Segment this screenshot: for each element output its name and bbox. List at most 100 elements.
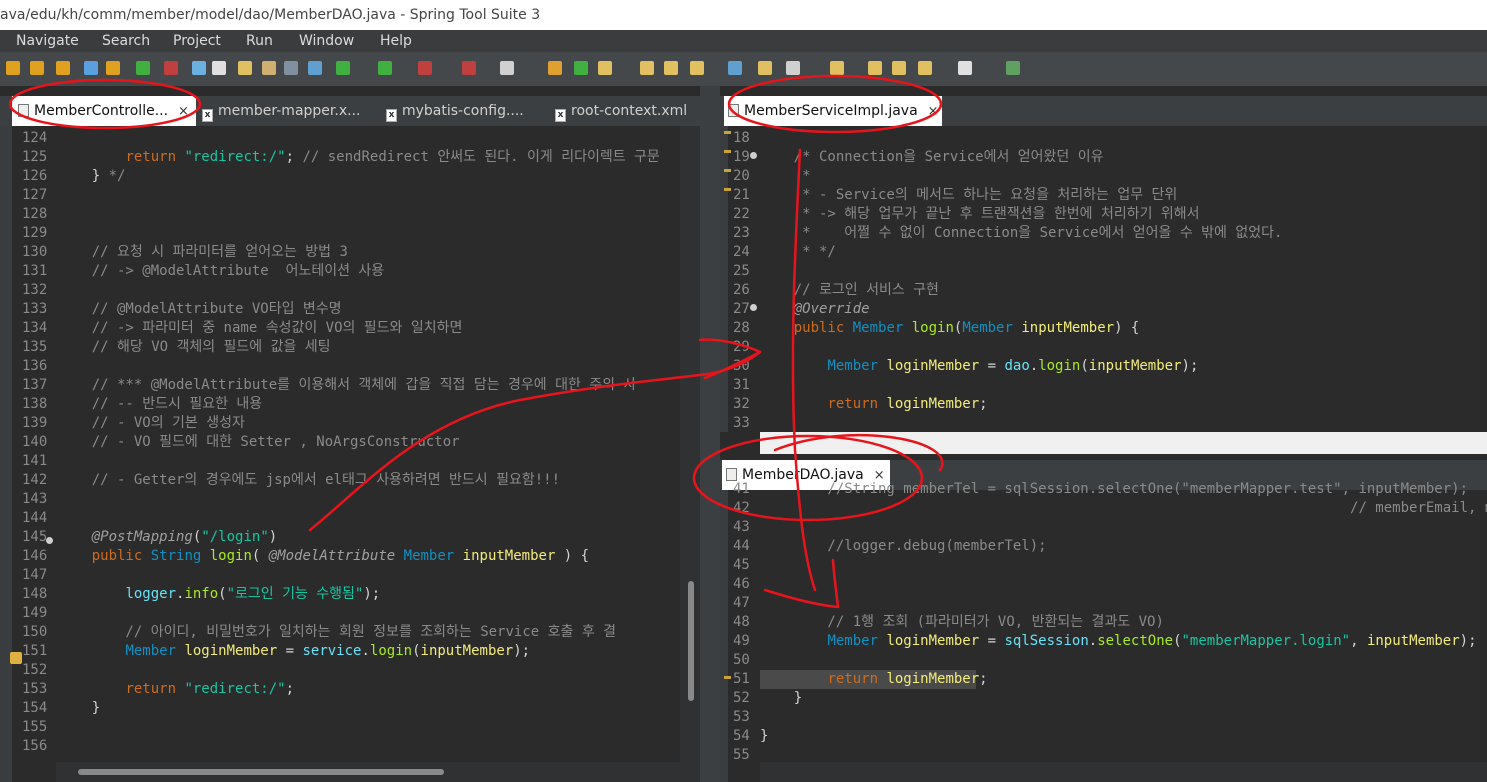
tab-root-context[interactable]: x root-context.xml <box>555 96 695 126</box>
code-line[interactable]: 143 <box>0 490 680 509</box>
code-line[interactable]: 125 return "redirect:/"; // sendRedirect… <box>0 148 680 167</box>
toolbar-button-icon[interactable] <box>664 61 678 75</box>
toolbar-button-icon[interactable] <box>690 61 704 75</box>
code-line[interactable]: 30 Member loginMember = dao.login(inputM… <box>720 357 1487 376</box>
code-line[interactable]: 52 } <box>720 689 1487 708</box>
code-line[interactable]: 45 <box>720 556 1487 575</box>
code-line[interactable]: 22 * -> 해당 업무가 끝난 후 트랜잭션을 한번에 처리하기 위해서 <box>720 205 1487 224</box>
code-line[interactable]: 21 * - Service의 메서드 하나는 요청을 처리하는 업무 단위 <box>720 186 1487 205</box>
pane-divider[interactable] <box>700 86 720 782</box>
code-line[interactable]: 127 <box>0 186 680 205</box>
service-code-area[interactable]: 18 19 /* Connection을 Service에서 얻어왔던 이유 20 … <box>720 126 1487 432</box>
code-line[interactable]: 144 <box>0 509 680 528</box>
tab-member-service-impl[interactable]: MemberServiceImpl.java × <box>724 96 942 126</box>
code-line[interactable]: 31 <box>720 376 1487 395</box>
menu-navigate[interactable]: Navigate <box>16 30 79 52</box>
toolbar-button-icon[interactable] <box>830 61 844 75</box>
code-line[interactable]: 134 // -> 파라미터 중 name 속성값이 VO의 필드와 일치하면 <box>0 319 680 338</box>
toolbar-button-icon[interactable] <box>84 61 98 75</box>
code-line[interactable]: 44 //logger.debug(memberTel); <box>720 537 1487 556</box>
code-line[interactable]: 147 <box>0 566 680 585</box>
code-line[interactable]: 140 // - VO 필드에 대한 Setter , NoArgsConstr… <box>0 433 680 452</box>
code-line[interactable]: 136 <box>0 357 680 376</box>
code-line[interactable]: 153 return "redirect:/"; <box>0 680 680 699</box>
toolbar-button-icon[interactable] <box>574 61 588 75</box>
fold-icon[interactable] <box>750 304 757 311</box>
code-line[interactable]: 46 <box>720 575 1487 594</box>
menu-project[interactable]: Project <box>173 30 221 52</box>
close-icon[interactable]: × <box>928 104 939 119</box>
toolbar-button-icon[interactable] <box>238 61 252 75</box>
left-vertical-scrollbar[interactable] <box>688 581 694 701</box>
code-line[interactable]: 50 <box>720 651 1487 670</box>
toolbar-button-icon[interactable] <box>212 61 226 75</box>
dao-code-area[interactable]: 41 //String memberTel = sqlSession.selec… <box>720 478 1487 762</box>
code-line[interactable]: 155 <box>0 718 680 737</box>
code-line[interactable]: 33 <box>720 414 1487 432</box>
tab-member-mapper[interactable]: x member-mapper.x... <box>200 96 370 126</box>
code-line[interactable]: 53 <box>720 708 1487 727</box>
close-icon[interactable]: × <box>178 104 189 119</box>
menu-run[interactable]: Run <box>246 30 273 52</box>
code-line[interactable]: 54} <box>720 727 1487 746</box>
toolbar-button-icon[interactable] <box>758 61 772 75</box>
toolbar-button-icon[interactable] <box>640 61 654 75</box>
service-hscroll-track[interactable] <box>760 432 1487 454</box>
code-line[interactable]: 150 // 아이디, 비밀번호가 일치하는 회원 정보를 조회하는 Servi… <box>0 623 680 642</box>
code-line[interactable]: 47 <box>720 594 1487 613</box>
code-line[interactable]: 146 public String login( @ModelAttribute… <box>0 547 680 566</box>
toolbar-button-icon[interactable] <box>958 61 972 75</box>
code-line[interactable]: 20 * <box>720 167 1487 186</box>
code-line[interactable]: 149 <box>0 604 680 623</box>
code-line[interactable]: 23 * 어쩔 수 없이 Connection을 Service에서 얻어올 수… <box>720 224 1487 243</box>
code-line[interactable]: 133 // @ModelAttribute VO타입 변수명 <box>0 300 680 319</box>
tab-mybatis-config[interactable]: x mybatis-config.... <box>386 96 536 126</box>
code-line[interactable]: 124 <box>0 129 680 148</box>
code-line[interactable]: 137 // *** @ModelAttribute를 이용해서 객체에 갑을 … <box>0 376 680 395</box>
menu-help[interactable]: Help <box>380 30 412 52</box>
toolbar-button-icon[interactable] <box>378 61 392 75</box>
fold-icon[interactable] <box>46 537 53 544</box>
toolbar-button-icon[interactable] <box>56 61 70 75</box>
code-line[interactable]: 41 //String memberTel = sqlSession.selec… <box>720 480 1487 499</box>
code-line[interactable]: 138 // -- 반드시 필요한 내용 <box>0 395 680 414</box>
toolbar-button-icon[interactable] <box>598 61 612 75</box>
menu-window[interactable]: Window <box>299 30 354 52</box>
code-line[interactable]: 18 <box>720 129 1487 148</box>
code-line[interactable]: 154 } <box>0 699 680 718</box>
code-line[interactable]: 49 Member loginMember = sqlSession.selec… <box>720 632 1487 651</box>
toolbar-button-icon[interactable] <box>918 61 932 75</box>
code-line[interactable]: 139 // - VO의 기본 생성자 <box>0 414 680 433</box>
toolbar-button-icon[interactable] <box>500 61 514 75</box>
code-line[interactable]: 128 <box>0 205 680 224</box>
code-line[interactable]: 148 logger.info("로그인 기능 수행됨"); <box>0 585 680 604</box>
toolbar-button-icon[interactable] <box>192 61 206 75</box>
fold-icon[interactable] <box>750 152 757 159</box>
toolbar-button-icon[interactable] <box>462 61 476 75</box>
toolbar-button-icon[interactable] <box>106 61 120 75</box>
code-line[interactable]: 145 @PostMapping("/login") <box>0 528 680 547</box>
code-line[interactable]: 48 // 1행 조회 (파라미터가 VO, 반환되는 결과도 VO) <box>720 613 1487 632</box>
dao-hscroll-track[interactable] <box>760 762 1487 782</box>
menu-search[interactable]: Search <box>102 30 150 52</box>
toolbar-button-icon[interactable] <box>548 61 562 75</box>
toolbar-button-icon[interactable] <box>164 61 178 75</box>
left-horizontal-scrollbar[interactable] <box>78 769 444 775</box>
code-line[interactable]: 129 <box>0 224 680 243</box>
toolbar-button-icon[interactable] <box>30 61 44 75</box>
code-line[interactable]: 156 <box>0 737 680 756</box>
code-line[interactable]: 28 public Member login(Member inputMembe… <box>720 319 1487 338</box>
toolbar-button-icon[interactable] <box>1006 61 1020 75</box>
code-line[interactable]: 26 // 로그인 서비스 구현 <box>720 281 1487 300</box>
code-line[interactable]: 135 // 해당 VO 객체의 필드에 값을 세팅 <box>0 338 680 357</box>
toolbar-button-icon[interactable] <box>284 61 298 75</box>
toolbar-button-icon[interactable] <box>868 61 882 75</box>
toolbar-button-icon[interactable] <box>262 61 276 75</box>
code-line[interactable]: 130 // 요청 시 파라미터를 얻어오는 방법 3 <box>0 243 680 262</box>
toolbar-button-icon[interactable] <box>308 61 322 75</box>
tab-member-controller[interactable]: MemberControlle... × <box>12 96 196 126</box>
code-line[interactable]: 25 <box>720 262 1487 281</box>
code-line[interactable]: 24 * */ <box>720 243 1487 262</box>
code-line[interactable]: 126 } */ <box>0 167 680 186</box>
code-line[interactable]: 51 return loginMember; <box>720 670 1487 689</box>
